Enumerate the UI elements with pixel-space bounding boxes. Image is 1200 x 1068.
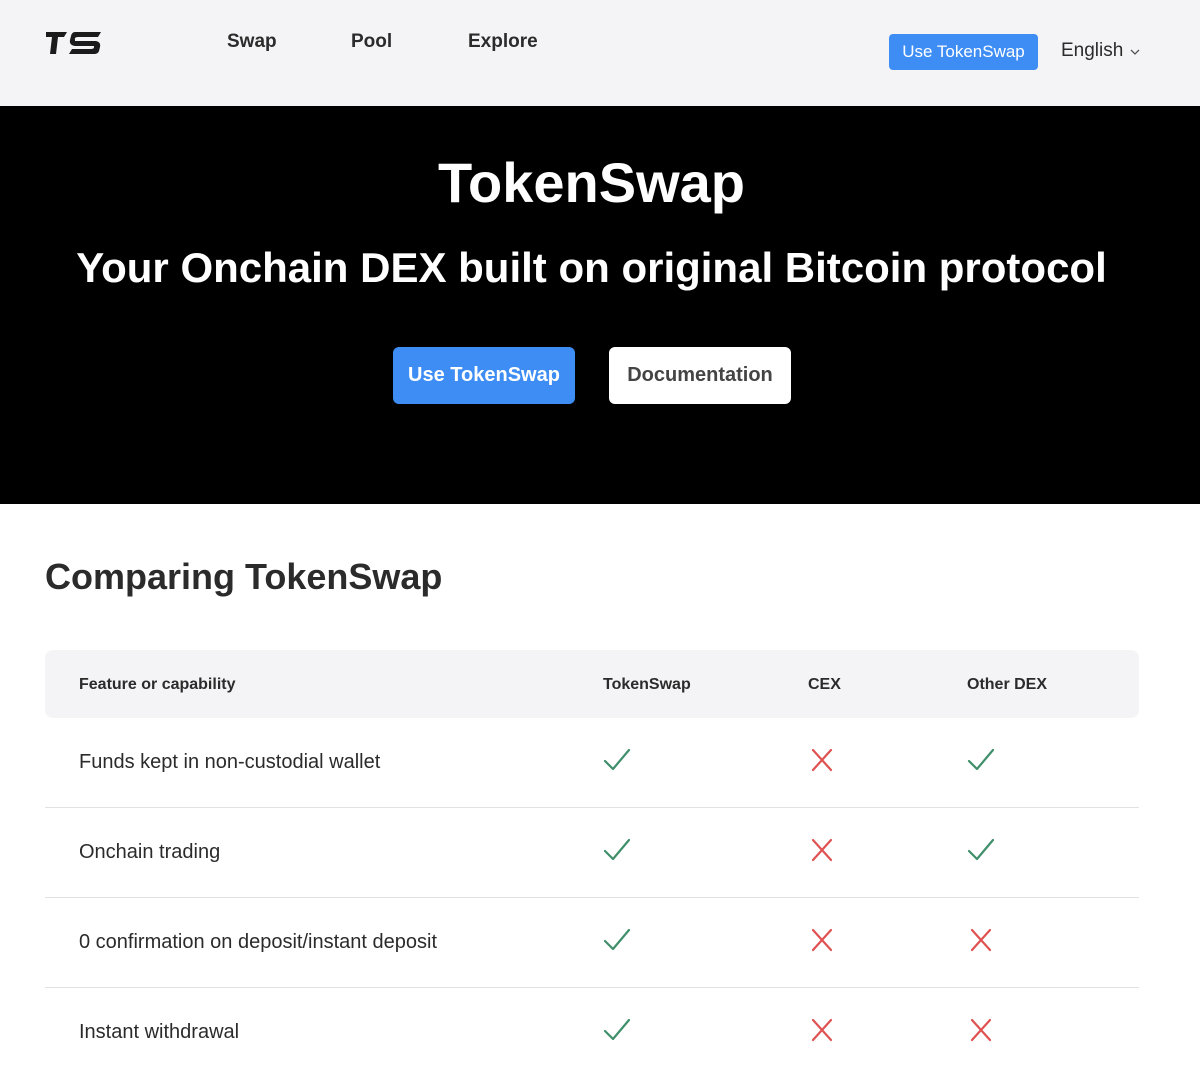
cross-icon [967,927,995,953]
hero-subtitle: Your Onchain DEX built on original Bitco… [76,244,1107,291]
comparison-title: Comparing TokenSwap [45,556,443,597]
check-icon [603,837,631,863]
use-tokenswap-header-button[interactable]: Use TokenSwap [889,34,1038,70]
cross-icon [808,1017,836,1043]
documentation-button[interactable]: Documentation [609,347,791,404]
cross-icon [808,837,836,863]
feature-label: Funds kept in non-custodial wallet [79,751,381,773]
column-header-cex: CEX [808,676,841,693]
check-icon [967,837,995,863]
table-row: Onchain trading [45,808,1139,898]
table-row: Funds kept in non-custodial wallet [45,718,1139,808]
tokenswap-logo-mark [46,32,101,54]
top-header: Swap Pool Explore Use TokenSwap English [0,0,1200,106]
cross-icon [967,1017,995,1043]
tokenswap-logo[interactable] [45,28,105,58]
check-icon [603,1017,631,1043]
hero-title: TokenSwap [437,151,745,214]
table-row: 0 confirmation on deposit/instant deposi… [45,898,1139,988]
nav-pool[interactable]: Pool [351,31,392,53]
check-icon [603,747,631,773]
use-tokenswap-hero-button[interactable]: Use TokenSwap [393,347,575,404]
column-header-other-dex: Other DEX [967,676,1048,693]
check-icon [603,927,631,953]
column-header-tokenswap: TokenSwap [603,676,691,693]
nav-explore[interactable]: Explore [468,31,538,53]
feature-label: Onchain trading [79,841,221,863]
chevron-down-icon [1130,49,1140,55]
check-icon [967,747,995,773]
table-row: Instant withdrawal [45,988,1139,1068]
feature-label: 0 confirmation on deposit/instant deposi… [79,931,437,953]
language-selector[interactable]: English [1061,40,1140,62]
comparison-table-header: Feature or capability TokenSwap CEX Othe… [45,650,1139,718]
column-header-feature: Feature or capability [79,676,236,693]
cross-icon [808,747,836,773]
nav-swap[interactable]: Swap [227,31,277,53]
feature-label: Instant withdrawal [79,1021,240,1043]
cross-icon [808,927,836,953]
hero-section: TokenSwap Your Onchain DEX built on orig… [0,106,1200,504]
language-label: English [1061,40,1124,61]
